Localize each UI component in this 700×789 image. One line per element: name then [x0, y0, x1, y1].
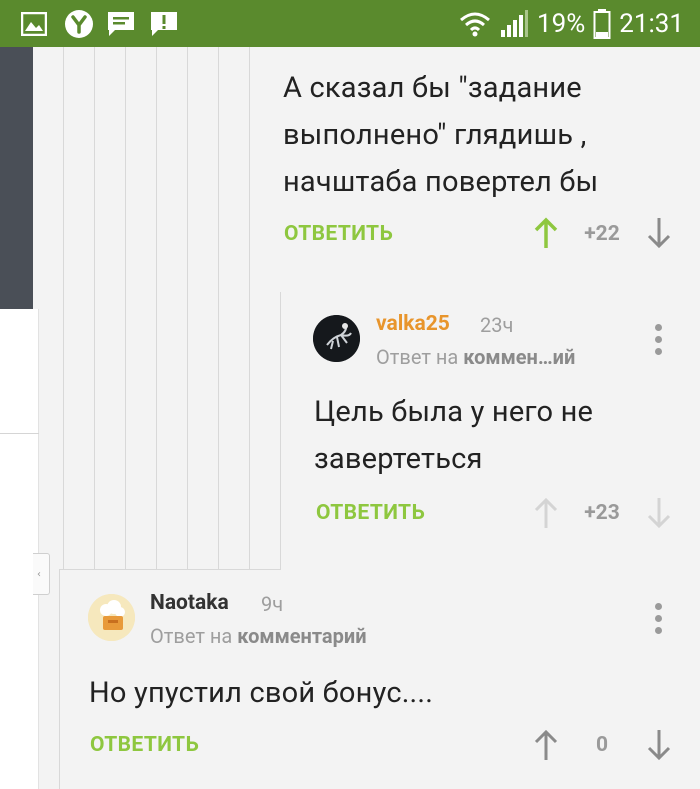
side-panel-light — [0, 309, 39, 789]
signal-icon — [500, 9, 528, 37]
browser-y-icon — [65, 10, 93, 38]
comment-score: +22 — [584, 222, 620, 246]
reply-button[interactable]: ОТВЕТИТЬ — [316, 501, 425, 525]
comment-time: 23ч — [480, 313, 514, 337]
thread-line — [63, 47, 64, 569]
downvote-arrow-icon[interactable] — [646, 728, 672, 762]
chef-hat-avatar-icon — [88, 594, 135, 641]
thread-line — [187, 47, 188, 569]
reply-button[interactable]: ОТВЕТИТЬ — [90, 733, 199, 757]
comment-text-line: Но упустил свой бонус.... — [89, 676, 434, 710]
thread-line — [156, 47, 157, 569]
thread-line — [59, 569, 281, 570]
wifi-icon — [459, 12, 490, 36]
comment-text-line: Цель была у него не — [314, 395, 594, 429]
reply-button[interactable]: ОТВЕТИТЬ — [284, 222, 393, 246]
reply-to-target: комментарий — [237, 624, 367, 648]
username[interactable]: Naotaka — [150, 591, 229, 615]
side-panel-handle[interactable]: ‹ — [33, 553, 50, 595]
clock: 21:31 — [619, 8, 684, 39]
reply-to-target: коммен…ий — [463, 345, 576, 369]
thread-line — [59, 569, 60, 789]
downvote-arrow-icon[interactable] — [646, 496, 672, 530]
message-icon — [108, 12, 134, 36]
thread-line — [94, 47, 95, 569]
reply-to-prefix: Ответ на — [376, 345, 459, 369]
upvote-arrow-icon[interactable] — [533, 496, 559, 530]
side-panel-divider — [0, 433, 39, 434]
downvote-arrow-icon[interactable] — [646, 216, 672, 250]
side-panel-dark — [0, 47, 33, 309]
notification-icon — [151, 12, 177, 36]
username[interactable]: valka25 — [376, 312, 450, 336]
comment-text-line: выполнено" глядишь , — [283, 118, 587, 152]
thread-line — [280, 292, 281, 569]
battery-percent: 19% — [536, 8, 586, 39]
status-bar: 19% 21:31 — [0, 0, 700, 47]
reply-to-info[interactable]: Ответ на коммен…ий — [376, 345, 575, 369]
comment-score: 0 — [595, 733, 609, 757]
more-menu-icon[interactable] — [649, 322, 669, 358]
chevron-left-icon: ‹ — [37, 569, 41, 580]
battery-icon — [593, 8, 611, 39]
thread-line — [249, 47, 250, 569]
comment-time: 9ч — [261, 592, 284, 616]
comment-score: +23 — [584, 501, 620, 525]
avatar[interactable] — [313, 315, 360, 362]
reply-to-info[interactable]: Ответ на комментарий — [150, 624, 367, 648]
avatar[interactable] — [88, 594, 135, 641]
upvote-arrow-icon[interactable] — [533, 216, 559, 250]
comment-text-line: завертеться — [314, 442, 483, 476]
gallery-icon — [21, 12, 47, 36]
thread-line — [125, 47, 126, 569]
reply-to-prefix: Ответ на — [150, 624, 233, 648]
comment-text-line: А сказал бы "задание — [283, 71, 582, 105]
thread-line — [218, 47, 219, 569]
comment-text-line: начштаба повертел бы — [283, 165, 599, 199]
more-menu-icon[interactable] — [649, 601, 669, 637]
upvote-arrow-icon[interactable] — [533, 728, 559, 762]
scorpion-avatar-icon — [313, 315, 360, 362]
